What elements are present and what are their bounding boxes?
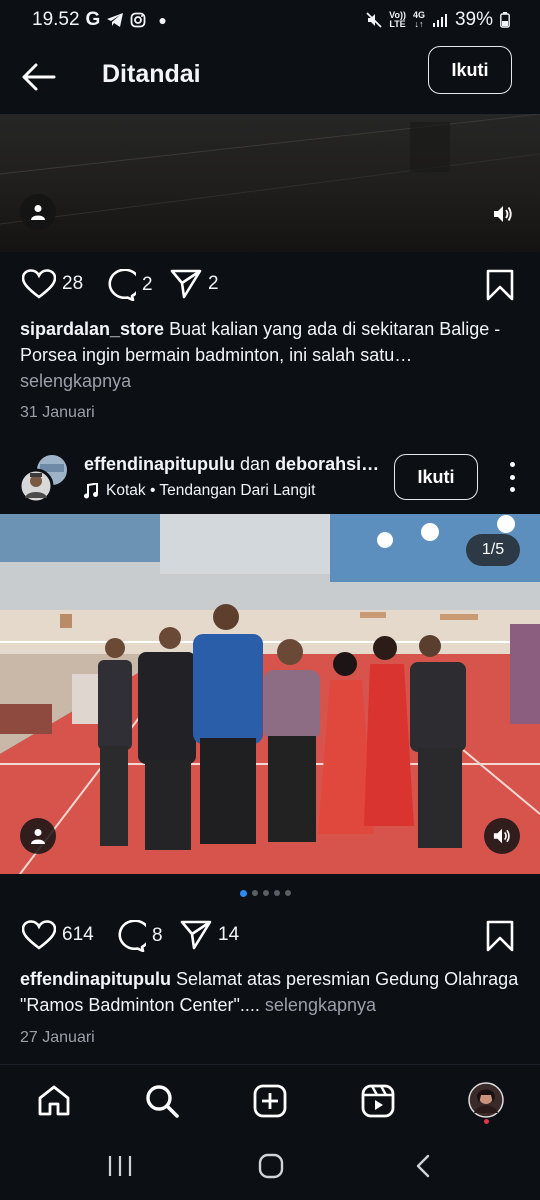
carousel-dot-active — [240, 889, 247, 897]
share-action[interactable]: 14 — [180, 920, 239, 950]
comment-count: 2 — [142, 274, 153, 295]
heart-icon — [22, 269, 56, 299]
share-action[interactable]: 2 — [170, 269, 219, 299]
person-7 — [410, 635, 466, 848]
post2-header: effendinapitupulu dan deborahsi… Kotak •… — [0, 448, 540, 510]
like-count: 28 — [62, 273, 84, 294]
follow-button[interactable]: Ikuti — [428, 46, 512, 94]
post-photo[interactable]: 1/5 — [0, 514, 540, 874]
nav-profile[interactable] — [466, 1081, 506, 1124]
network-indicator: 4G ↓↑ — [412, 10, 425, 29]
caption-username[interactable]: sipardalan_store — [20, 319, 164, 339]
comment-action[interactable]: 2 — [102, 269, 153, 301]
carousel-counter: 1/5 — [466, 534, 520, 566]
signal-icon — [432, 14, 447, 27]
comment-icon — [118, 920, 146, 952]
volume-icon[interactable] — [484, 818, 520, 854]
notification-dot — [484, 1119, 489, 1124]
volume-icon[interactable] — [492, 204, 514, 224]
carousel-dot — [263, 890, 269, 896]
more-link[interactable]: selengkapnya — [265, 995, 376, 1015]
more-options-icon[interactable] — [506, 462, 518, 492]
battery-icon — [500, 12, 510, 28]
home-button-icon[interactable] — [258, 1153, 284, 1179]
music-info[interactable]: Kotak • Tendangan Dari Langit — [84, 482, 315, 500]
post1-caption: sipardalan_store Buat kalian yang ada di… — [20, 316, 525, 394]
back-arrow-icon[interactable] — [20, 62, 58, 92]
comment-action[interactable]: 8 — [112, 920, 163, 952]
post2-date: 27 Januari — [20, 1029, 95, 1046]
nav-reels[interactable] — [358, 1081, 398, 1121]
volte-indicator: Vo)) LTE — [389, 10, 406, 29]
like-action[interactable]: 614 — [22, 920, 94, 950]
photo-scene — [0, 514, 540, 874]
comment-icon — [108, 269, 136, 301]
carousel-dot — [252, 890, 258, 896]
carousel-dot — [285, 890, 291, 896]
google-g-icon: G — [85, 9, 101, 30]
carousel-dot — [274, 890, 280, 896]
person-3 — [193, 604, 263, 844]
post2-caption: effendinapitupulu Selamat atas peresmian… — [20, 966, 525, 1018]
create-icon — [253, 1084, 287, 1118]
send-icon — [170, 269, 202, 299]
caption-username[interactable]: effendinapitupulu — [20, 969, 171, 989]
telegram-icon — [107, 13, 124, 27]
share-count: 14 — [218, 924, 240, 945]
nav-create[interactable] — [250, 1081, 290, 1121]
mute-icon — [366, 12, 382, 28]
nav-search[interactable] — [142, 1081, 182, 1121]
bookmark-icon[interactable] — [486, 269, 514, 301]
post-video[interactable] — [0, 114, 540, 252]
user-tag-icon[interactable] — [20, 818, 56, 854]
like-action[interactable]: 28 — [22, 269, 83, 299]
bottom-nav — [0, 1064, 540, 1136]
page-title: Ditandai — [102, 60, 201, 88]
post1-actions: 28 2 2 — [0, 265, 540, 305]
like-count: 614 — [62, 924, 94, 945]
nav-home[interactable] — [34, 1081, 74, 1121]
more-link[interactable]: selengkapnya — [20, 371, 131, 391]
carousel-dots — [240, 889, 291, 897]
video-frame — [0, 114, 540, 225]
send-icon — [180, 920, 212, 950]
music-note-icon — [84, 483, 98, 499]
post2-usernames[interactable]: effendinapitupulu dan deborahsi… — [84, 454, 379, 475]
avatar[interactable] — [18, 452, 72, 504]
app-header: Ditandai Ikuti — [0, 40, 540, 114]
user-tag-icon[interactable] — [20, 194, 56, 230]
dot-icon: ● — [158, 12, 167, 28]
status-bar: 19.52 G ● Vo)) LTE 4G ↓↑ 39% — [0, 0, 540, 40]
instagram-icon — [130, 12, 146, 28]
recent-apps-icon[interactable] — [107, 1155, 133, 1177]
bookmark-icon[interactable] — [486, 920, 514, 952]
share-count: 2 — [208, 273, 219, 294]
battery-percent: 39% — [454, 9, 493, 30]
profile-avatar — [468, 1082, 504, 1118]
home-icon — [38, 1085, 70, 1116]
comment-count: 8 — [152, 925, 163, 946]
system-nav-bar — [0, 1136, 540, 1200]
search-icon — [146, 1085, 179, 1118]
post1-date: 31 Januari — [20, 404, 95, 421]
back-nav-icon[interactable] — [414, 1154, 432, 1178]
person-2 — [138, 627, 196, 850]
heart-icon — [22, 920, 56, 950]
post2-actions: 614 8 14 — [0, 916, 540, 956]
reels-icon — [361, 1084, 395, 1118]
follow-button-post2[interactable]: Ikuti — [394, 454, 478, 500]
status-time: 19.52 — [32, 9, 80, 30]
